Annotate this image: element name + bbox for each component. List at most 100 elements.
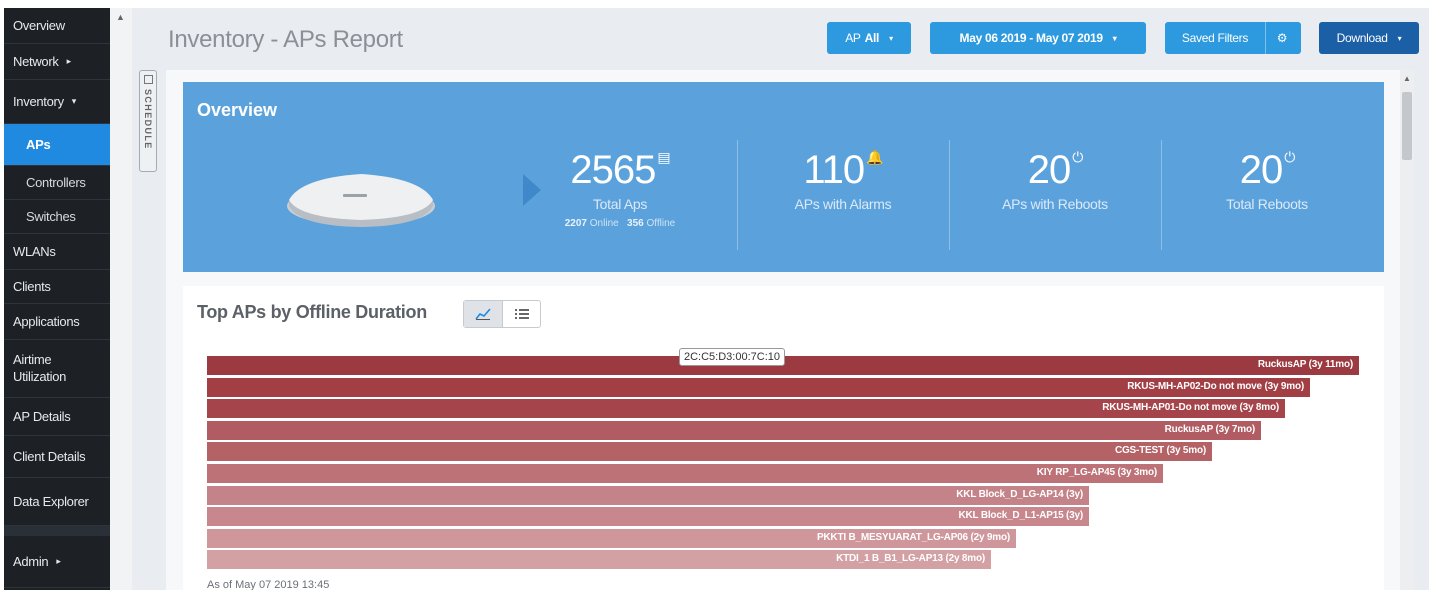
sidebar-item-data-explorer[interactable]: Data Explorer: [4, 478, 110, 526]
schedule-tab[interactable]: SCHEDULE: [139, 70, 157, 172]
sidebar-item-airtime-utilization[interactable]: Airtime Utilization: [4, 338, 110, 398]
content-scrollbar[interactable]: ▲: [1400, 70, 1414, 590]
reboot-ap-icon: ⏻: [1072, 149, 1083, 165]
offline-duration-bar[interactable]: RKUS-MH-AP01-Do not move (3y 8mo): [207, 399, 1285, 419]
chart-tooltip: 2C:C5:D3:00:7C:10: [679, 348, 785, 366]
date-range-button[interactable]: May 06 2019 - May 07 2019 ▾: [930, 22, 1146, 54]
saved-filters-label[interactable]: Saved Filters: [1165, 31, 1265, 45]
sidebar-scroll-strip[interactable]: ▲: [110, 8, 132, 590]
access-point-image: [287, 174, 435, 227]
overview-title: Overview: [197, 100, 278, 120]
ap-filter-prefix: AP: [845, 31, 861, 45]
download-button[interactable]: Download ▾: [1319, 22, 1419, 54]
gear-icon[interactable]: ⚙: [1266, 31, 1298, 45]
sidebar-item-switches[interactable]: Switches: [4, 200, 110, 234]
alarms-value: 110: [803, 148, 865, 192]
sidebar-item-label: Network: [13, 54, 59, 69]
chevron-right-icon: ▸: [56, 556, 61, 566]
download-label: Download: [1336, 31, 1388, 45]
sidebar-item-network[interactable]: Network ▸: [4, 44, 110, 80]
bar-label: KKL Block_D_LG-AP14 (3y): [956, 488, 1083, 500]
sidebar-item-aps[interactable]: APs: [4, 124, 110, 166]
ap-filter-value: All: [864, 31, 880, 45]
sidebar-item-label: Data Explorer: [13, 494, 89, 509]
list-icon: ▤: [657, 149, 670, 165]
power-icon: ⏻: [1284, 149, 1295, 165]
alarms-label: APs with Alarms: [794, 196, 892, 212]
total-aps-value: 2565: [570, 148, 656, 192]
alarm-bell-icon: 🔔: [866, 149, 883, 165]
online-label: Online: [589, 218, 619, 229]
bar-label: RKUS-MH-AP01-Do not move (3y 8mo): [1102, 402, 1279, 414]
schedule-label: SCHEDULE: [143, 89, 153, 150]
bar-label: KIY RP_LG-AP45 (3y 3mo): [1036, 467, 1157, 478]
page-title: Inventory - APs Report: [168, 26, 403, 53]
as-of-timestamp: As of May 07 2019 13:45: [207, 579, 330, 590]
chevron-down-icon: ▾: [889, 33, 893, 43]
ap-filter-button[interactable]: AP All ▾: [827, 22, 911, 54]
bar-label: CGS-TEST (3y 5mo): [1114, 445, 1206, 457]
scroll-up-icon[interactable]: ▲: [1403, 74, 1411, 83]
sidebar-item-label: Airtime Utilization: [13, 351, 67, 384]
offline-label: Offline: [646, 218, 676, 229]
bar-label: RuckusAP (3y 11mo): [1257, 359, 1353, 370]
sidebar-item-inventory[interactable]: Inventory ▾: [4, 80, 110, 124]
stat-aps-with-alarms: 110 🔔 APs with Alarms: [738, 148, 948, 212]
sidebar-collapse-icon[interactable]: ▲: [116, 12, 125, 22]
offline-duration-bar[interactable]: RKUS-MH-AP02-Do not move (3y 9mo): [207, 377, 1310, 397]
aps-reboots-value: 20: [1027, 148, 1071, 192]
total-reboots-label: Total Reboots: [1226, 196, 1308, 212]
total-reboots-value: 20: [1239, 148, 1283, 192]
sidebar-item-label: Clients: [13, 279, 51, 294]
offline-count: 356: [627, 218, 644, 229]
offline-duration-bar[interactable]: RuckusAP (3y 7mo): [207, 420, 1261, 440]
sidebar-item-label: WLANs: [13, 244, 56, 259]
sidebar-item-label: Admin: [13, 554, 49, 569]
offline-duration-chart-card: Top APs by Offline Duration RuckusAP (3y…: [183, 286, 1384, 590]
saved-filters-button[interactable]: Saved Filters ⚙: [1165, 22, 1301, 54]
bar-chart: RuckusAP (3y 11mo) RKUS-MH-AP02-Do not mo…: [183, 286, 1384, 590]
sidebar-item-label: Client Details: [13, 449, 86, 464]
sidebar: Overview Network ▸ Inventory ▾ APs Controllers…: [4, 8, 110, 590]
date-range-label: May 06 2019 - May 07 2019: [959, 31, 1104, 45]
aps-reboots-label: APs with Reboots: [1002, 196, 1108, 212]
sidebar-item-label: Controllers: [26, 175, 86, 190]
sidebar-item-label: Overview: [13, 18, 65, 33]
sidebar-item-wlans[interactable]: WLANs: [4, 234, 110, 270]
online-offline-summary: 2207 Online 356 Offline: [515, 218, 725, 229]
chevron-down-icon: ▾: [1112, 33, 1117, 43]
sidebar-item-label: APs: [26, 137, 51, 152]
chevron-down-icon: ▾: [71, 96, 77, 106]
bar-label: KTDI_1 B_B1_LG-AP13 (2y 8mo): [836, 553, 985, 565]
online-count: 2207: [564, 218, 587, 229]
sidebar-item-label: Applications: [13, 314, 80, 329]
bar-label: PKKTI B_MESYUARAT_LG-AP06 (2y 9mo): [816, 531, 1010, 543]
offline-duration-bar[interactable]: KKL Block_D_LG-AP14 (3y): [207, 485, 1089, 505]
chevron-down-icon: ▾: [1397, 33, 1402, 43]
sidebar-item-label: Inventory: [13, 94, 64, 109]
app-window: Overview Network ▸ Inventory ▾ APs Controllers…: [4, 8, 1429, 590]
sidebar-item-client-details[interactable]: Client Details: [4, 436, 110, 478]
sidebar-item-label: Switches: [26, 209, 76, 224]
offline-duration-bar[interactable]: KKL Block_D_L1-AP15 (3y): [207, 507, 1089, 527]
sidebar-item-clients[interactable]: Clients: [4, 270, 110, 304]
total-aps-label: Total Aps: [592, 196, 648, 212]
scroll-thumb[interactable]: [1402, 92, 1412, 160]
sidebar-spacer: [4, 526, 110, 536]
stat-total-aps: 2565 ▤ Total Aps 2207 Online 356 Offline: [515, 148, 725, 229]
stat-total-reboots: 20 ⏻ Total Reboots: [1162, 148, 1372, 212]
offline-duration-bar[interactable]: CGS-TEST (3y 5mo): [207, 442, 1212, 462]
sidebar-item-applications[interactable]: Applications: [4, 304, 110, 340]
offline-duration-bar[interactable]: KTDI_1 B_B1_LG-AP13 (2y 8mo): [207, 550, 991, 570]
offline-duration-bar[interactable]: PKKTI B_MESYUARAT_LG-AP06 (2y 9mo): [207, 528, 1016, 548]
sidebar-item-ap-details[interactable]: AP Details: [4, 398, 110, 436]
bar-label: RKUS-MH-AP02-Do not move (3y 9mo): [1127, 380, 1304, 392]
sidebar-item-controllers[interactable]: Controllers: [4, 166, 110, 200]
offline-duration-bar[interactable]: KIY RP_LG-AP45 (3y 3mo): [207, 464, 1163, 483]
overview-panel: Overview 2565 ▤ Total Aps 2207 Online 356…: [183, 82, 1384, 272]
bar-label: KKL Block_D_L1-AP15 (3y): [958, 510, 1083, 522]
bar-label: RuckusAP (3y 7mo): [1164, 423, 1256, 435]
sidebar-item-admin[interactable]: Admin ▸: [4, 536, 110, 588]
sidebar-item-overview[interactable]: Overview: [4, 8, 110, 44]
stat-aps-with-reboots: 20 ⏻ APs with Reboots: [950, 148, 1160, 212]
